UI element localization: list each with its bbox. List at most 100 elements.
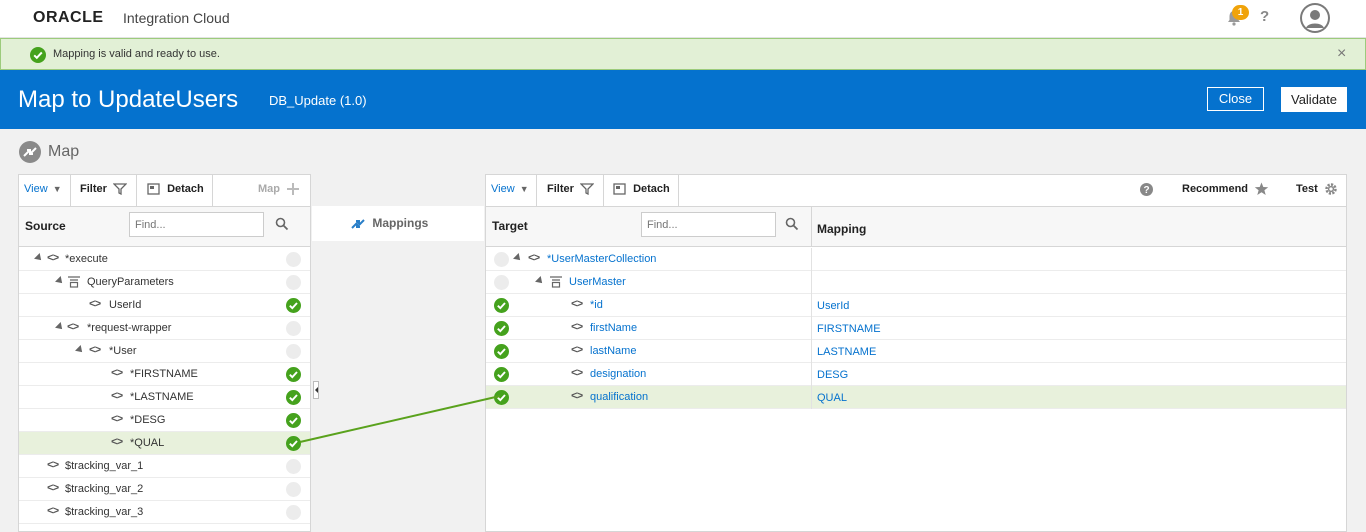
expand-toggle-icon[interactable] (75, 345, 85, 355)
target-tree-row[interactable]: <> firstName FIRSTNAME (486, 317, 1346, 340)
divider (811, 386, 812, 409)
expand-toggle-icon[interactable] (55, 276, 65, 286)
test-button[interactable]: Test (1296, 175, 1338, 207)
source-tree-row[interactable]: <> *User (19, 340, 310, 363)
product-name: Integration Cloud (123, 10, 230, 26)
source-tree-row[interactable]: <> $tracking_var_3 (19, 501, 310, 524)
source-node-label: $tracking_var_2 (65, 483, 144, 495)
element-code-icon: <> (47, 460, 59, 472)
panel-collapse-handle[interactable] (313, 381, 319, 399)
chevron-down-icon: ▼ (52, 184, 62, 194)
mapped-check-icon (494, 321, 509, 336)
source-find-input[interactable] (129, 212, 264, 237)
source-tree-row[interactable]: <> *request-wrapper (19, 317, 310, 340)
search-icon[interactable] (275, 217, 289, 231)
gear-icon (1324, 182, 1338, 196)
target-view-menu[interactable]: View ▼ (491, 175, 529, 207)
target-node-label: qualification (590, 391, 649, 403)
unmapped-status-icon (494, 275, 509, 290)
search-icon[interactable] (785, 217, 799, 231)
divider (70, 175, 71, 207)
mapping-value[interactable]: DESG (817, 369, 848, 381)
element-code-icon: <> (111, 414, 123, 426)
unmapped-status-icon (286, 482, 301, 497)
target-detach-button[interactable]: Detach (613, 175, 670, 207)
close-button[interactable]: Close (1207, 87, 1264, 111)
source-view-menu[interactable]: View ▼ (24, 175, 62, 207)
target-tree-row[interactable]: UserMaster (486, 271, 1346, 294)
source-map-button[interactable]: Map (258, 175, 300, 207)
source-tree-row[interactable]: <> *QUAL (19, 432, 310, 455)
detach-label: Detach (167, 183, 204, 195)
target-tree-row[interactable]: <> *UserMasterCollection (486, 248, 1346, 271)
source-node-label: UserId (109, 299, 142, 311)
test-label: Test (1296, 183, 1318, 195)
source-detach-button[interactable]: Detach (147, 175, 204, 207)
divider (603, 175, 604, 207)
svg-text:?: ? (1143, 185, 1149, 196)
help-icon[interactable]: ? (1260, 8, 1269, 25)
chevron-down-icon: ▼ (519, 184, 529, 194)
element-code-icon: <> (571, 368, 583, 380)
target-tree-row[interactable]: <> qualification QUAL (486, 386, 1346, 409)
mapping-connector-line (299, 395, 501, 443)
mapped-check-icon (494, 367, 509, 382)
page-header: Map to UpdateUsers DB_Update (1.0) Close… (0, 70, 1366, 129)
expand-toggle-icon[interactable] (55, 322, 65, 332)
divider (136, 175, 137, 207)
target-filter-button[interactable]: Filter (547, 175, 594, 207)
source-node-label: $tracking_var_3 (65, 506, 144, 518)
mapping-value[interactable]: FIRSTNAME (817, 323, 881, 335)
source-tree-row[interactable]: QueryParameters (19, 271, 310, 294)
mapped-check-icon (286, 436, 301, 451)
integration-name: DB_Update (1.0) (269, 93, 367, 108)
source-tree-row[interactable]: <> *FIRSTNAME (19, 363, 310, 386)
notification-count-badge[interactable]: 1 (1232, 5, 1249, 20)
mapping-value[interactable]: UserId (817, 300, 849, 312)
source-node-label: *FIRSTNAME (130, 368, 198, 380)
source-filter-button[interactable]: Filter (80, 175, 127, 207)
mapped-check-icon (286, 413, 301, 428)
map-icon (18, 140, 42, 164)
map-section-title: Map (48, 143, 80, 160)
source-tree-row[interactable]: <> $tracking_var_1 (19, 455, 310, 478)
target-node-label: *id (590, 299, 603, 311)
divider (678, 175, 679, 207)
source-tree-row[interactable]: <> *LASTNAME (19, 386, 310, 409)
target-tree-row[interactable]: <> *id UserId (486, 294, 1346, 317)
filter-icon (579, 183, 594, 196)
mapped-check-icon (286, 367, 301, 382)
page-title: Map to UpdateUsers (18, 86, 239, 113)
target-find-input[interactable] (641, 212, 776, 237)
unmapped-status-icon (286, 505, 301, 520)
banner-close-icon[interactable]: × (1337, 45, 1346, 63)
expand-toggle-icon[interactable] (34, 253, 44, 263)
element-code-icon: <> (111, 368, 123, 380)
element-code-icon: <> (571, 299, 583, 311)
source-tree-row[interactable]: <> UserId (19, 294, 310, 317)
element-code-icon: <> (571, 391, 583, 403)
source-node-label: QueryParameters (87, 276, 174, 288)
expand-toggle-icon[interactable] (513, 253, 523, 263)
validate-button[interactable]: Validate (1281, 87, 1347, 112)
mappings-label: Mappings (372, 216, 429, 230)
recommend-button[interactable]: Recommend (1182, 175, 1269, 207)
source-column-label: Source (25, 219, 66, 233)
source-tree-row[interactable]: <> *execute (19, 248, 310, 271)
mapping-value[interactable]: LASTNAME (817, 346, 876, 358)
user-avatar-icon[interactable] (1299, 2, 1331, 34)
mapping-value[interactable]: QUAL (817, 392, 847, 404)
divider (212, 175, 213, 207)
source-tree-row[interactable]: <> *DESG (19, 409, 310, 432)
success-banner: Mapping is valid and ready to use. × (0, 38, 1366, 70)
element-code-icon: <> (67, 322, 79, 334)
detach-icon (613, 183, 626, 195)
target-help-icon[interactable]: ? (1140, 183, 1153, 197)
source-tree-row[interactable]: <> $tracking_var_2 (19, 478, 310, 501)
target-tree-row[interactable]: <> designation DESG (486, 363, 1346, 386)
recommend-label: Recommend (1182, 183, 1249, 195)
expand-toggle-icon[interactable] (535, 276, 545, 286)
source-node-label: $tracking_var_1 (65, 460, 144, 472)
view-label: View (491, 183, 515, 195)
target-tree-row[interactable]: <> lastName LASTNAME (486, 340, 1346, 363)
